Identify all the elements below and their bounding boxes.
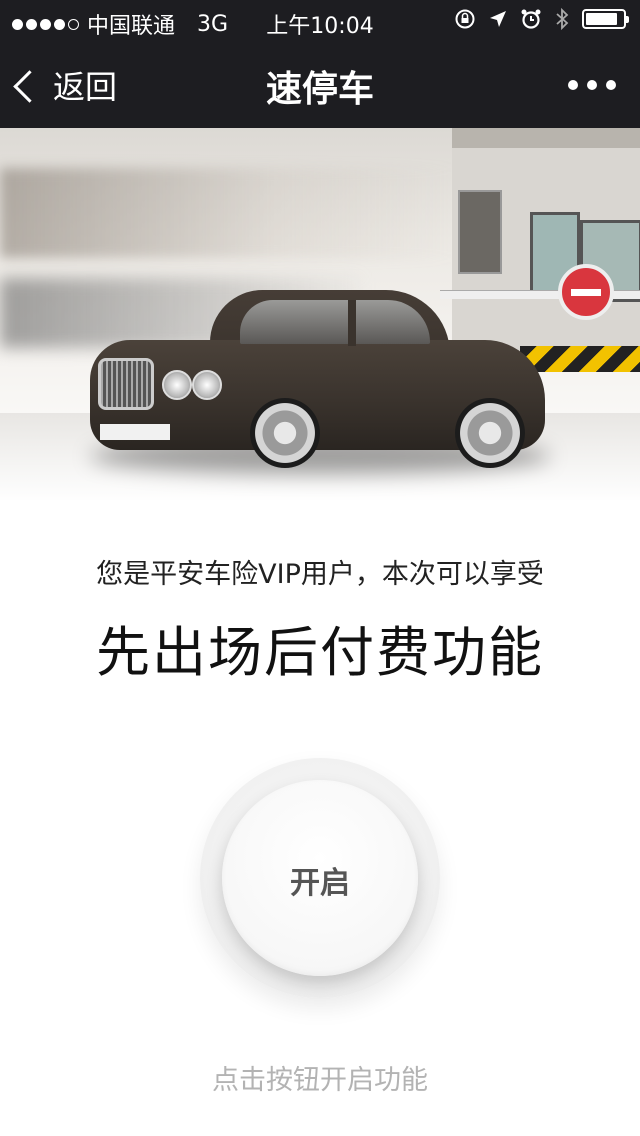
feature-headline: 先出场后付费功能 — [96, 621, 544, 684]
hint-text: 点击按钮开启功能 — [212, 1065, 428, 1096]
alarm-icon — [521, 9, 541, 29]
battery-icon — [582, 9, 629, 29]
more-dots-icon — [568, 80, 578, 90]
top-bar: 中国联通 3G 上午10:04 返回 速停车 — [0, 0, 640, 128]
banner-image — [0, 128, 640, 500]
more-button[interactable] — [568, 80, 616, 90]
rotation-lock-icon — [455, 9, 475, 29]
enable-button-label: 开启 — [290, 866, 350, 901]
navigation-bar: 返回 速停车 — [0, 40, 640, 128]
no-entry-sign-icon — [558, 264, 614, 320]
enable-button[interactable]: 开启 — [200, 758, 440, 998]
status-bar: 中国联通 3G 上午10:04 — [0, 0, 640, 40]
vip-subtitle: 您是平安车险VIP用户，本次可以享受 — [96, 559, 544, 590]
location-arrow-icon — [490, 11, 506, 27]
enable-button-face[interactable]: 开启 — [222, 780, 418, 976]
bluetooth-icon — [556, 7, 569, 31]
page-title: 速停车 — [265, 69, 374, 110]
car-graphic — [90, 278, 550, 478]
